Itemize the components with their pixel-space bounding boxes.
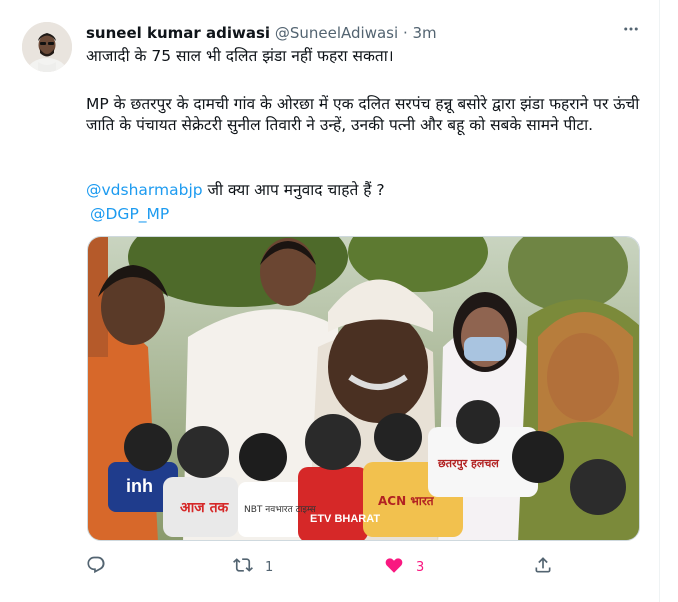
tweet-card[interactable]: suneel kumar adiwasi @SuneelAdiwasi · 3m… — [0, 0, 660, 602]
mic-label: आज तक — [180, 500, 230, 516]
more-horizontal-icon[interactable] — [618, 20, 644, 42]
tweet-actions: 1 3 — [86, 555, 556, 579]
avatar-image — [22, 22, 72, 72]
mention-link[interactable]: @vdsharmabjp — [86, 181, 203, 199]
tweet-paragraph-2: MP के छतरपुर के दामची गांव के ओरछा में ए… — [86, 95, 640, 134]
avatar[interactable] — [22, 22, 72, 72]
retweet-count: 1 — [265, 559, 274, 575]
retweet-button[interactable]: 1 — [233, 555, 273, 579]
tweet-photo[interactable]: inh आज तक NBT नवभारत टाइम्स ETV BHARAT A… — [87, 236, 640, 541]
like-button[interactable]: 3 — [384, 555, 424, 579]
share-icon — [533, 555, 553, 579]
mic-label: ETV BHARAT — [310, 513, 380, 525]
tweet-paragraph-4: @DGP_MP — [90, 204, 169, 225]
retweet-icon — [233, 555, 253, 579]
tweet-header: suneel kumar adiwasi @SuneelAdiwasi · 3m — [86, 24, 437, 42]
press-conference-photo: inh आज तक NBT नवभारत टाइम्स ETV BHARAT A… — [88, 237, 639, 540]
user-handle[interactable]: @SuneelAdiwasi — [275, 24, 398, 42]
question-text: जी क्या आप मनुवाद चाहते हैं ? — [202, 181, 385, 199]
mention-link[interactable]: @DGP_MP — [90, 205, 169, 223]
tweet-paragraph-3: @vdsharmabjp जी क्या आप मनुवाद चाहते हैं… — [86, 180, 385, 201]
separator-dot: · — [402, 24, 408, 42]
heart-filled-icon — [384, 555, 404, 579]
reply-button[interactable] — [86, 555, 106, 579]
share-button[interactable] — [533, 555, 553, 579]
display-name[interactable]: suneel kumar adiwasi — [86, 24, 270, 42]
mic-label: inh — [126, 476, 153, 496]
mic-label: NBT नवभारत टाइम्स — [244, 505, 317, 515]
timestamp[interactable]: 3m — [413, 24, 437, 42]
like-count: 3 — [416, 559, 425, 575]
mic-label: छतरपुर हलचल — [437, 457, 499, 471]
mic-label: ACN भारत — [378, 494, 435, 508]
tweet-line-1: आजादी के 75 साल भी दलित झंडा नहीं फहरा स… — [86, 47, 394, 65]
reply-icon — [86, 555, 106, 579]
